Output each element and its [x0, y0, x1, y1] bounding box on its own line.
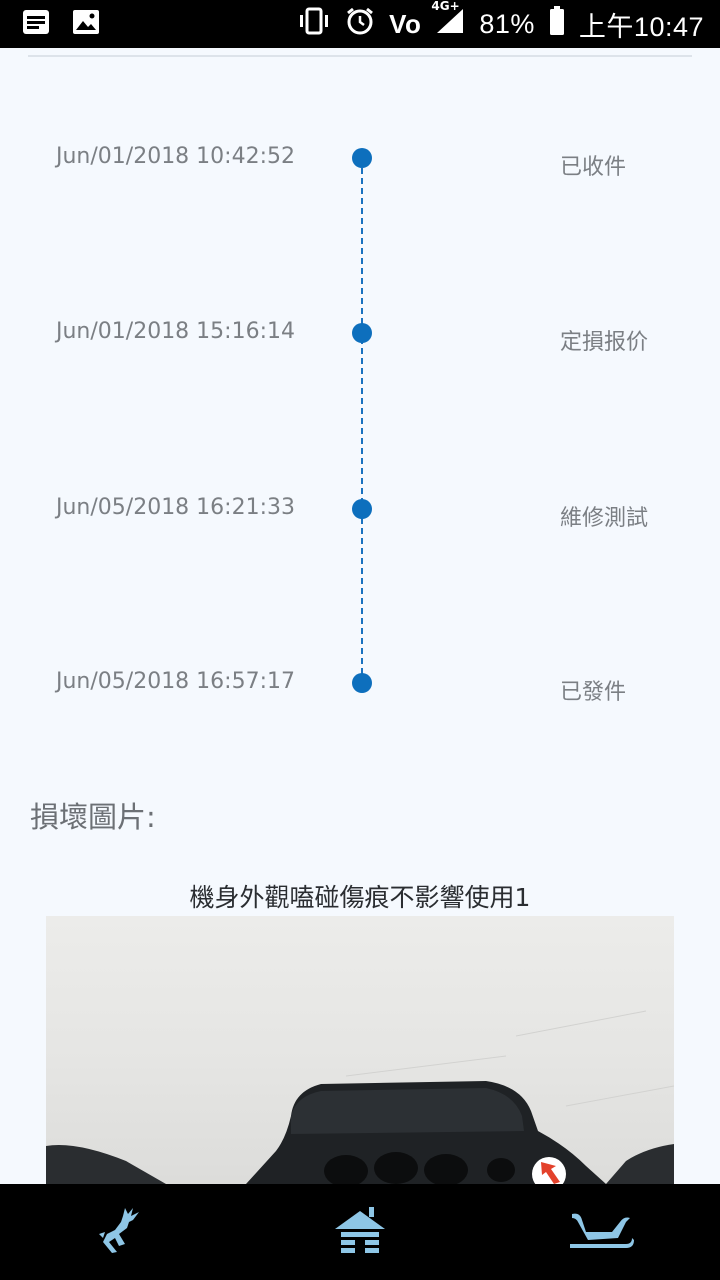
nav-home-button[interactable] — [300, 1184, 420, 1280]
sleigh-icon — [566, 1210, 634, 1254]
event-time: Jun/01/2018 10:42:52 — [56, 144, 295, 169]
event-status: 已發件 — [560, 680, 627, 705]
event-time: Jun/05/2018 16:21:33 — [56, 495, 295, 520]
timeline-dot — [352, 323, 372, 343]
nav-sleigh-button[interactable] — [540, 1184, 660, 1280]
timeline-event: Jun/05/2018 16:21:33 維修測試 — [0, 495, 720, 549]
timeline-dot — [352, 499, 372, 519]
deer-icon — [95, 1204, 145, 1260]
photo-caption: 機身外觀嗑碰傷痕不影響使用1 — [189, 883, 531, 912]
home-icon — [333, 1205, 387, 1259]
repair-timeline: Jun/01/2018 10:42:52 已收件 Jun/01/2018 15:… — [0, 0, 720, 760]
timeline-line — [361, 158, 363, 684]
event-time: Jun/05/2018 16:57:17 — [56, 669, 295, 694]
damage-section-title: 損壞圖片: — [30, 800, 156, 834]
event-status: 維修測試 — [560, 506, 649, 531]
event-status: 已收件 — [560, 155, 627, 180]
timeline-event: Jun/01/2018 10:42:52 已收件 — [0, 144, 720, 198]
timeline-dot — [352, 673, 372, 693]
bottom-nav — [0, 1184, 720, 1280]
timeline-event: Jun/05/2018 16:57:17 已發件 — [0, 669, 720, 723]
timeline-dot — [352, 148, 372, 168]
timeline-event: Jun/01/2018 15:16:14 定損报价 — [0, 319, 720, 373]
nav-deer-button[interactable] — [60, 1184, 180, 1280]
damage-photo[interactable] — [46, 916, 674, 1184]
event-time: Jun/01/2018 15:16:14 — [56, 319, 295, 344]
event-status: 定損报价 — [560, 330, 649, 355]
